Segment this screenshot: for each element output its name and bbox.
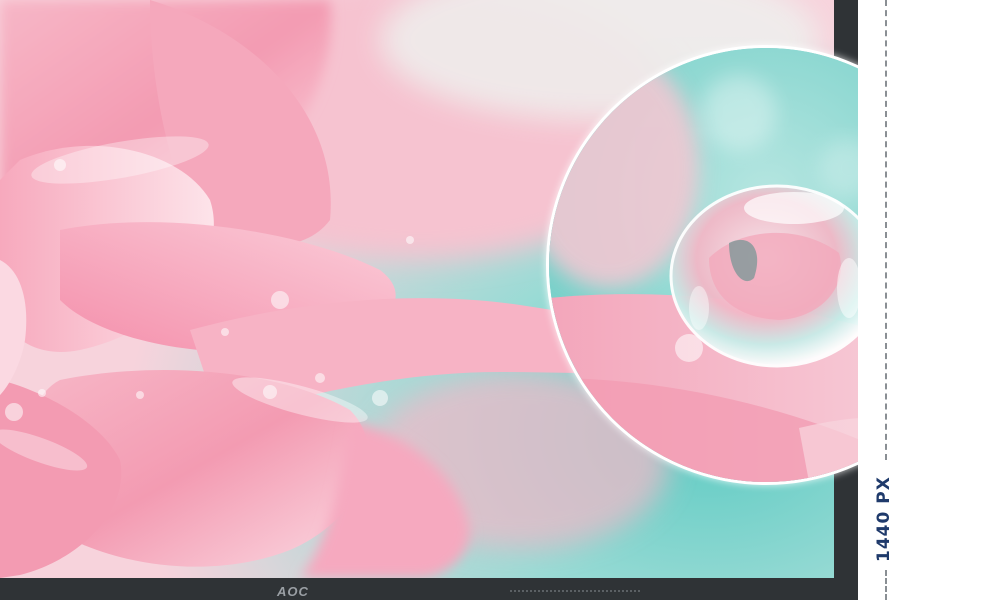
monitor-bottom-marking [510, 590, 640, 598]
monitor-brand-logo: AOC [277, 584, 309, 599]
dimension-line-lower [885, 570, 887, 600]
dimension-line [885, 0, 887, 460]
resolution-height-label: 1440 PX [874, 476, 894, 562]
dimension-guide: 1440 PX [858, 0, 1000, 600]
product-image: AOC 1440 PX [0, 0, 1000, 600]
